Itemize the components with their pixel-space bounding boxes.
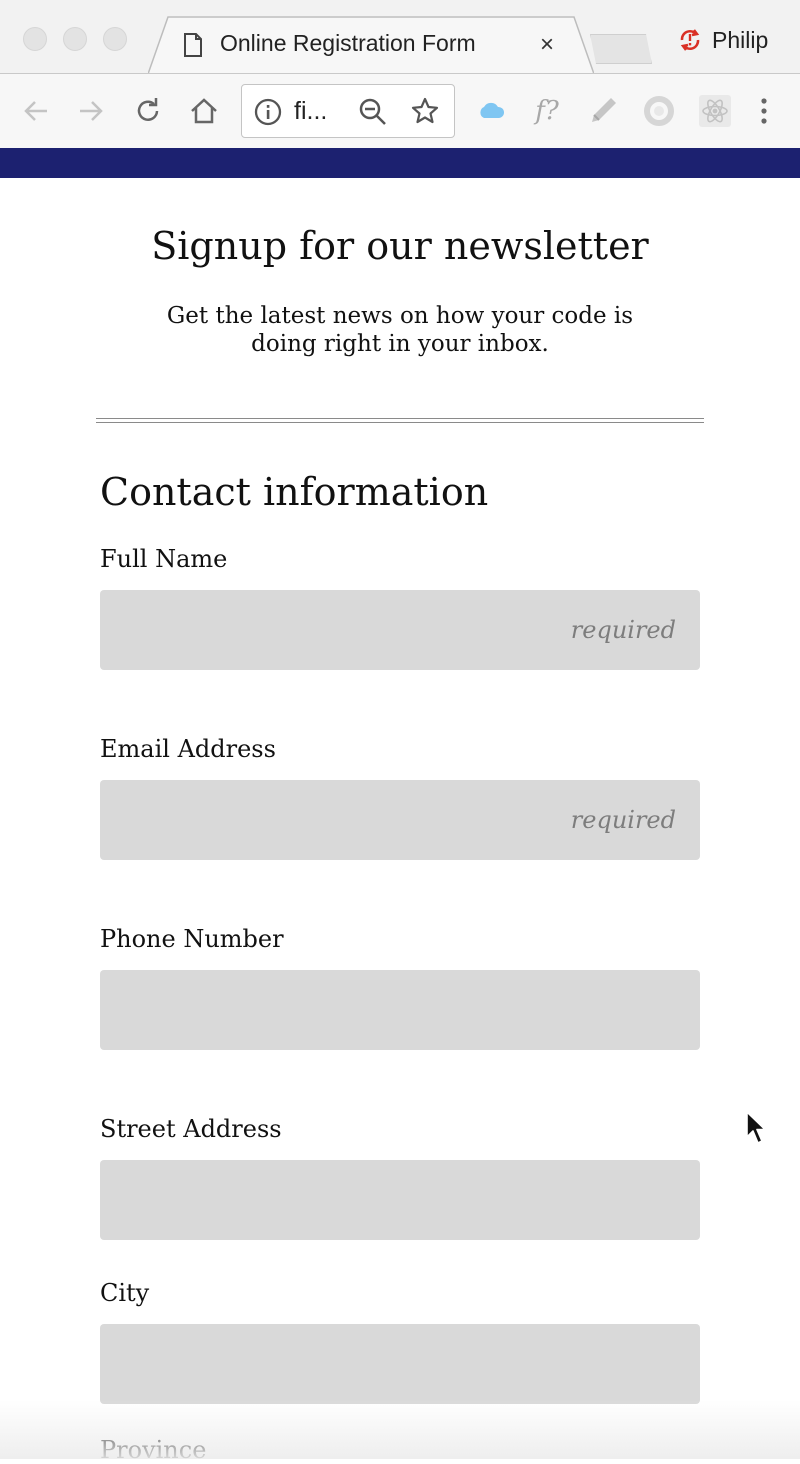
address-bar[interactable]: fi... bbox=[241, 84, 455, 138]
full-name-label: Full Name bbox=[100, 545, 228, 573]
city-label: City bbox=[100, 1279, 150, 1307]
react-icon bbox=[699, 95, 731, 127]
email-address-label: Email Address bbox=[100, 735, 276, 763]
zoom-out-icon[interactable] bbox=[358, 97, 388, 127]
kebab-menu-icon bbox=[761, 98, 767, 124]
extension-fonts-button[interactable]: f? bbox=[529, 93, 565, 129]
profile-button[interactable]: Philip bbox=[676, 25, 768, 55]
email-field[interactable] bbox=[100, 780, 700, 860]
extension-cloud-button[interactable] bbox=[473, 93, 509, 129]
close-icon[interactable]: × bbox=[540, 31, 554, 59]
section-divider bbox=[96, 418, 704, 423]
full-name-field[interactable] bbox=[100, 590, 700, 670]
extension-circle-button[interactable] bbox=[641, 93, 677, 129]
tab-title: Online Registration Form bbox=[220, 30, 476, 56]
mouse-pointer-icon bbox=[746, 1111, 766, 1144]
tab-strip: Online Registration Form × Philip bbox=[0, 0, 800, 74]
back-button[interactable] bbox=[18, 93, 54, 129]
street-address-label: Street Address bbox=[100, 1115, 282, 1143]
street-address-field[interactable] bbox=[100, 1160, 700, 1240]
browser-menu-button[interactable] bbox=[746, 93, 782, 129]
site-header-bar bbox=[0, 148, 800, 178]
home-button[interactable] bbox=[186, 93, 222, 129]
city-field[interactable] bbox=[100, 1324, 700, 1404]
home-icon bbox=[191, 98, 217, 124]
browser-toolbar: fi... f? bbox=[0, 73, 800, 148]
phone-number-field[interactable] bbox=[100, 970, 700, 1050]
reload-button[interactable] bbox=[130, 93, 166, 129]
page-title: Signup for our newsletter bbox=[151, 224, 649, 268]
page-content: Signup for our newsletter Get the latest… bbox=[0, 178, 800, 1464]
reload-icon bbox=[137, 98, 159, 121]
url-text: fi... bbox=[294, 97, 328, 125]
phone-number-label: Phone Number bbox=[100, 925, 284, 953]
arrow-left-icon bbox=[24, 101, 47, 121]
font-question-icon: f? bbox=[535, 96, 559, 126]
extension-pen-button[interactable] bbox=[585, 93, 621, 129]
arrow-right-icon bbox=[80, 101, 103, 121]
province-label: Province bbox=[100, 1436, 207, 1464]
star-icon[interactable] bbox=[410, 96, 440, 126]
profile-name: Philip bbox=[712, 26, 769, 53]
profile-sync-error-icon bbox=[680, 29, 700, 51]
page-icon bbox=[184, 33, 202, 57]
page-subtitle: Get the latest news on how your code is … bbox=[166, 303, 634, 357]
forward-button[interactable] bbox=[73, 93, 109, 129]
section-title: Contact information bbox=[100, 470, 489, 514]
cloud-icon bbox=[480, 102, 505, 118]
info-icon[interactable] bbox=[254, 98, 282, 126]
window-close-button[interactable] bbox=[23, 27, 47, 51]
extension-react-button[interactable] bbox=[697, 93, 733, 129]
circle-icon bbox=[644, 96, 674, 126]
window-minimize-button[interactable] bbox=[63, 27, 87, 51]
new-tab-button[interactable] bbox=[590, 34, 652, 64]
window-maximize-button[interactable] bbox=[103, 27, 127, 51]
pen-icon bbox=[592, 98, 616, 122]
